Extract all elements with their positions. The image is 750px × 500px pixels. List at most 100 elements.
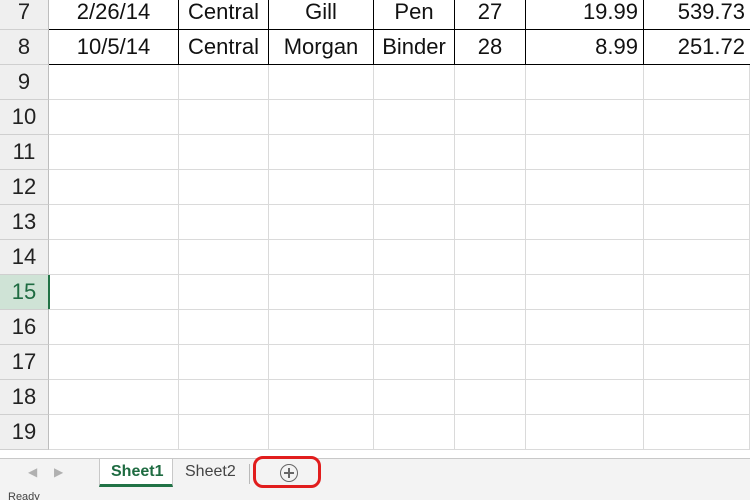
empty-cell[interactable] bbox=[49, 240, 179, 275]
cell-rep[interactable]: Gill bbox=[269, 0, 374, 30]
row-header[interactable]: 16 bbox=[0, 310, 49, 345]
tab-scroll-right-icon[interactable]: ▶ bbox=[54, 465, 63, 479]
cell-item[interactable]: Binder bbox=[374, 30, 455, 65]
empty-cell[interactable] bbox=[455, 310, 526, 345]
empty-cell[interactable] bbox=[526, 170, 644, 205]
empty-cell[interactable] bbox=[49, 100, 179, 135]
empty-cell[interactable] bbox=[49, 135, 179, 170]
empty-cell[interactable] bbox=[179, 275, 269, 310]
table-row[interactable]: 16 bbox=[0, 310, 750, 345]
empty-cell[interactable] bbox=[644, 310, 750, 345]
table-row[interactable]: 13 bbox=[0, 205, 750, 240]
cell-rep[interactable]: Morgan bbox=[269, 30, 374, 65]
empty-cell[interactable] bbox=[455, 380, 526, 415]
empty-cell[interactable] bbox=[49, 380, 179, 415]
cell-unit-cost[interactable]: 8.99 bbox=[526, 30, 644, 65]
empty-cell[interactable] bbox=[179, 100, 269, 135]
empty-cell[interactable] bbox=[526, 310, 644, 345]
empty-cell[interactable] bbox=[644, 380, 750, 415]
empty-cell[interactable] bbox=[269, 345, 374, 380]
empty-cell[interactable] bbox=[269, 65, 374, 100]
tab-scroll-left-icon[interactable]: ◀ bbox=[28, 465, 37, 479]
row-header[interactable]: 8 bbox=[0, 30, 49, 65]
empty-cell[interactable] bbox=[644, 345, 750, 380]
empty-cell[interactable] bbox=[374, 170, 455, 205]
empty-cell[interactable] bbox=[526, 240, 644, 275]
empty-cell[interactable] bbox=[526, 275, 644, 310]
worksheet-grid[interactable]: 7 2/26/14 Central Gill Pen 27 19.99 539.… bbox=[0, 0, 750, 458]
row-header[interactable]: 11 bbox=[0, 135, 49, 170]
row-header[interactable]: 7 bbox=[0, 0, 49, 30]
empty-cell[interactable] bbox=[374, 135, 455, 170]
empty-cell[interactable] bbox=[644, 415, 750, 450]
empty-cell[interactable] bbox=[455, 275, 526, 310]
empty-cell[interactable] bbox=[49, 415, 179, 450]
cell-total[interactable]: 539.73 bbox=[644, 0, 750, 30]
cell-date[interactable]: 10/5/14 bbox=[49, 30, 179, 65]
empty-cell[interactable] bbox=[644, 100, 750, 135]
table-row[interactable]: 7 2/26/14 Central Gill Pen 27 19.99 539.… bbox=[0, 0, 750, 30]
row-header[interactable]: 10 bbox=[0, 100, 49, 135]
new-sheet-button[interactable] bbox=[253, 456, 321, 488]
empty-cell[interactable] bbox=[455, 240, 526, 275]
row-header[interactable]: 12 bbox=[0, 170, 49, 205]
empty-cell[interactable] bbox=[455, 205, 526, 240]
cell-total[interactable]: 251.72 bbox=[644, 30, 750, 65]
empty-cell[interactable] bbox=[179, 135, 269, 170]
empty-cell[interactable] bbox=[526, 65, 644, 100]
empty-cell[interactable] bbox=[526, 415, 644, 450]
empty-cell[interactable] bbox=[455, 100, 526, 135]
empty-cell[interactable] bbox=[49, 345, 179, 380]
table-row[interactable]: 8 10/5/14 Central Morgan Binder 28 8.99 … bbox=[0, 30, 750, 65]
empty-cell[interactable] bbox=[644, 135, 750, 170]
cell-units[interactable]: 28 bbox=[455, 30, 526, 65]
empty-cell[interactable] bbox=[374, 380, 455, 415]
empty-cell[interactable] bbox=[269, 205, 374, 240]
empty-cell[interactable] bbox=[179, 415, 269, 450]
cell-region[interactable]: Central bbox=[179, 30, 269, 65]
empty-cell[interactable] bbox=[49, 170, 179, 205]
row-header[interactable]: 15 bbox=[0, 275, 50, 310]
cell-units[interactable]: 27 bbox=[455, 0, 526, 30]
table-row[interactable]: 15 bbox=[0, 275, 750, 310]
empty-cell[interactable] bbox=[269, 240, 374, 275]
tab-sheet1[interactable]: Sheet1 bbox=[99, 459, 173, 487]
empty-cell[interactable] bbox=[526, 100, 644, 135]
empty-cell[interactable] bbox=[374, 240, 455, 275]
empty-cell[interactable] bbox=[49, 205, 179, 240]
empty-cell[interactable] bbox=[269, 380, 374, 415]
empty-cell[interactable] bbox=[179, 65, 269, 100]
empty-cell[interactable] bbox=[374, 310, 455, 345]
table-row[interactable]: 9 bbox=[0, 65, 750, 100]
empty-cell[interactable] bbox=[526, 135, 644, 170]
empty-cell[interactable] bbox=[374, 415, 455, 450]
tab-sheet2[interactable]: Sheet2 bbox=[174, 459, 248, 487]
empty-cell[interactable] bbox=[374, 65, 455, 100]
empty-cell[interactable] bbox=[49, 65, 179, 100]
row-header[interactable]: 13 bbox=[0, 205, 49, 240]
empty-cell[interactable] bbox=[269, 135, 374, 170]
row-header[interactable]: 18 bbox=[0, 380, 49, 415]
cell-unit-cost[interactable]: 19.99 bbox=[526, 0, 644, 30]
cell-region[interactable]: Central bbox=[179, 0, 269, 30]
empty-cell[interactable] bbox=[455, 135, 526, 170]
empty-cell[interactable] bbox=[179, 240, 269, 275]
empty-cell[interactable] bbox=[455, 170, 526, 205]
empty-cell[interactable] bbox=[374, 100, 455, 135]
empty-cell[interactable] bbox=[179, 170, 269, 205]
table-row[interactable]: 10 bbox=[0, 100, 750, 135]
cell-item[interactable]: Pen bbox=[374, 0, 455, 30]
table-row[interactable]: 14 bbox=[0, 240, 750, 275]
empty-cell[interactable] bbox=[455, 65, 526, 100]
empty-cell[interactable] bbox=[526, 380, 644, 415]
empty-cell[interactable] bbox=[644, 170, 750, 205]
empty-cell[interactable] bbox=[374, 345, 455, 380]
empty-cell[interactable] bbox=[269, 415, 374, 450]
empty-cell[interactable] bbox=[644, 240, 750, 275]
table-row[interactable]: 17 bbox=[0, 345, 750, 380]
table-row[interactable]: 12 bbox=[0, 170, 750, 205]
empty-cell[interactable] bbox=[269, 310, 374, 345]
empty-cell[interactable] bbox=[49, 275, 179, 310]
empty-cell[interactable] bbox=[269, 100, 374, 135]
cell-date[interactable]: 2/26/14 bbox=[49, 0, 179, 30]
